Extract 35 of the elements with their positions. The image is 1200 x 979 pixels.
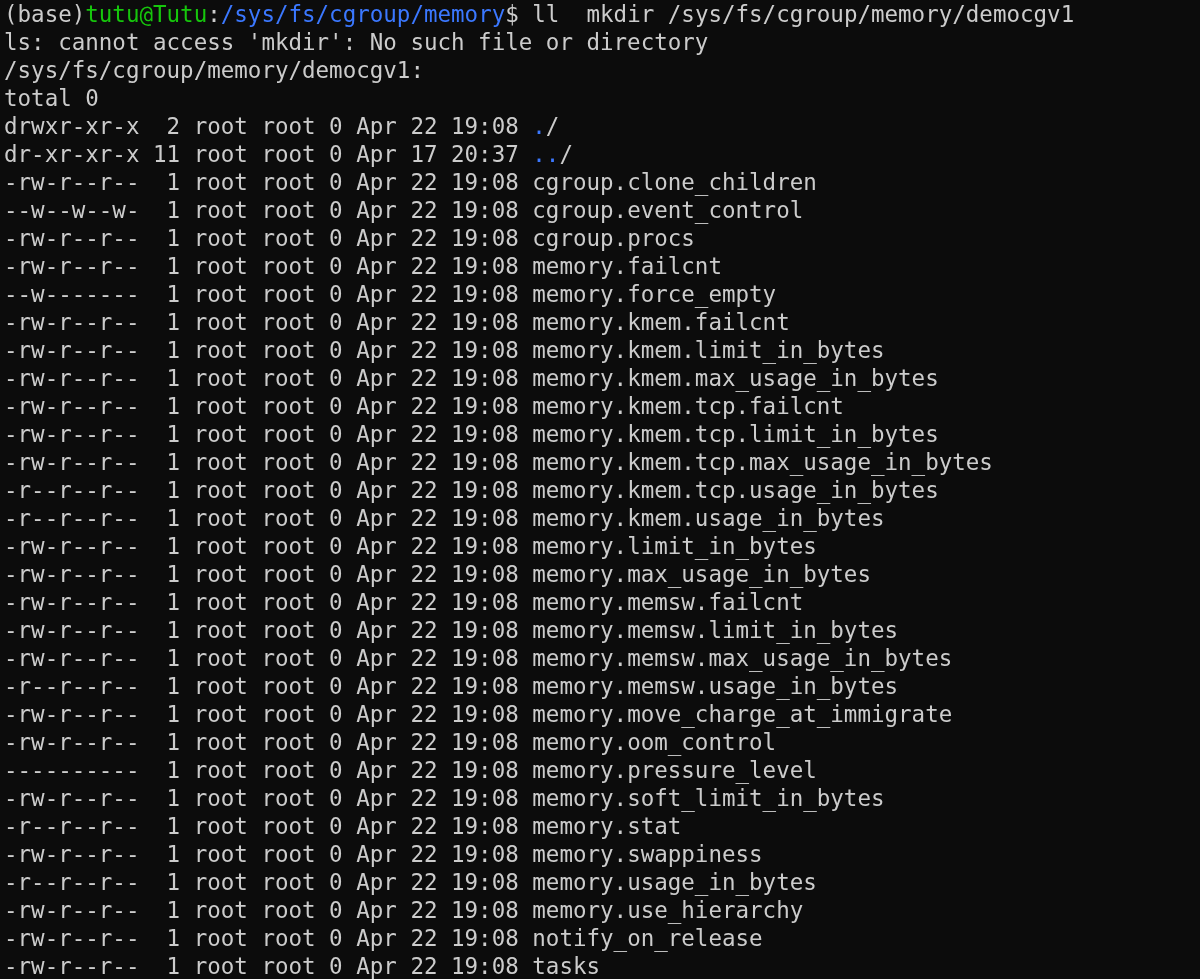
listing-line: -rw-r--r-- 1 root root 0 Apr 22 19:08 memory.kmem.tcp.failcnt (4, 392, 844, 420)
listing-line: --w------- 1 root root 0 Apr 22 19:08 memory.force_empty (4, 280, 777, 308)
listing-line: -rw-r--r-- 1 root root 0 Apr 22 19:08 memory.oom_control (4, 728, 777, 756)
listing-line: -rw-r--r-- 1 root root 0 Apr 22 19:08 notify_on_release (4, 924, 763, 952)
listing-line: -rw-r--r-- 1 root root 0 Apr 22 19:08 memory.max_usage_in_bytes (4, 560, 871, 588)
listing-line: -r--r--r-- 1 root root 0 Apr 22 19:08 memory.kmem.tcp.usage_in_bytes (4, 476, 939, 504)
listing-line: -rw-r--r-- 1 root root 0 Apr 22 19:08 memory.kmem.tcp.limit_in_bytes (4, 420, 939, 448)
prompt-line: (base)tutu@Tutu:/sys/fs/cgroup/memory$ ll mkdir /sys/fs/cgroup/memory/democgv1 (4, 0, 1075, 28)
listing-line: -rw-r--r-- 1 root root 0 Apr 22 19:08 tasks (4, 952, 601, 979)
listing-line: -rw-r--r-- 1 root root 0 Apr 22 19:08 memory.memsw.failcnt (4, 588, 804, 616)
output-line: ls: cannot access 'mkdir': No such file or directory (4, 28, 709, 56)
listing-line: drwxr-xr-x 2 root root 0 Apr 22 19:08 ./ (4, 112, 560, 140)
listing-line: -rw-r--r-- 1 root root 0 Apr 22 19:08 cgroup.clone_children (4, 168, 817, 196)
listing-line: -rw-r--r-- 1 root root 0 Apr 22 19:08 memory.kmem.failcnt (4, 308, 790, 336)
listing-line: -r--r--r-- 1 root root 0 Apr 22 19:08 memory.usage_in_bytes (4, 868, 817, 896)
listing-line: -rw-r--r-- 1 root root 0 Apr 22 19:08 memory.memsw.limit_in_bytes (4, 616, 899, 644)
listing-line: -rw-r--r-- 1 root root 0 Apr 22 19:08 memory.limit_in_bytes (4, 532, 817, 560)
listing-line: -rw-r--r-- 1 root root 0 Apr 22 19:08 memory.soft_limit_in_bytes (4, 784, 885, 812)
listing-line: -rw-r--r-- 1 root root 0 Apr 22 19:08 memory.swappiness (4, 840, 763, 868)
listing-line: -rw-r--r-- 1 root root 0 Apr 22 19:08 memory.kmem.limit_in_bytes (4, 336, 885, 364)
listing-line: dr-xr-xr-x 11 root root 0 Apr 17 20:37 ../ (4, 140, 573, 168)
listing-line: -r--r--r-- 1 root root 0 Apr 22 19:08 memory.stat (4, 812, 682, 840)
listing-line: -rw-r--r-- 1 root root 0 Apr 22 19:08 memory.kmem.tcp.max_usage_in_bytes (4, 448, 993, 476)
listing-line: -r--r--r-- 1 root root 0 Apr 22 19:08 memory.kmem.usage_in_bytes (4, 504, 885, 532)
listing-line: -rw-r--r-- 1 root root 0 Apr 22 19:08 cgroup.procs (4, 224, 695, 252)
output-line: total 0 (4, 84, 99, 112)
listing-line: ---------- 1 root root 0 Apr 22 19:08 memory.pressure_level (4, 756, 817, 784)
listing-line: -rw-r--r-- 1 root root 0 Apr 22 19:08 memory.move_charge_at_immigrate (4, 700, 953, 728)
listing-line: -r--r--r-- 1 root root 0 Apr 22 19:08 memory.memsw.usage_in_bytes (4, 672, 899, 700)
listing-line: -rw-r--r-- 1 root root 0 Apr 22 19:08 memory.use_hierarchy (4, 896, 804, 924)
output-line: /sys/fs/cgroup/memory/democgv1: (4, 56, 424, 84)
listing-line: -rw-r--r-- 1 root root 0 Apr 22 19:08 memory.memsw.max_usage_in_bytes (4, 644, 953, 672)
listing-line: -rw-r--r-- 1 root root 0 Apr 22 19:08 memory.kmem.max_usage_in_bytes (4, 364, 939, 392)
listing-line: -rw-r--r-- 1 root root 0 Apr 22 19:08 memory.failcnt (4, 252, 722, 280)
listing-line: --w--w--w- 1 root root 0 Apr 22 19:08 cgroup.event_control (4, 196, 804, 224)
